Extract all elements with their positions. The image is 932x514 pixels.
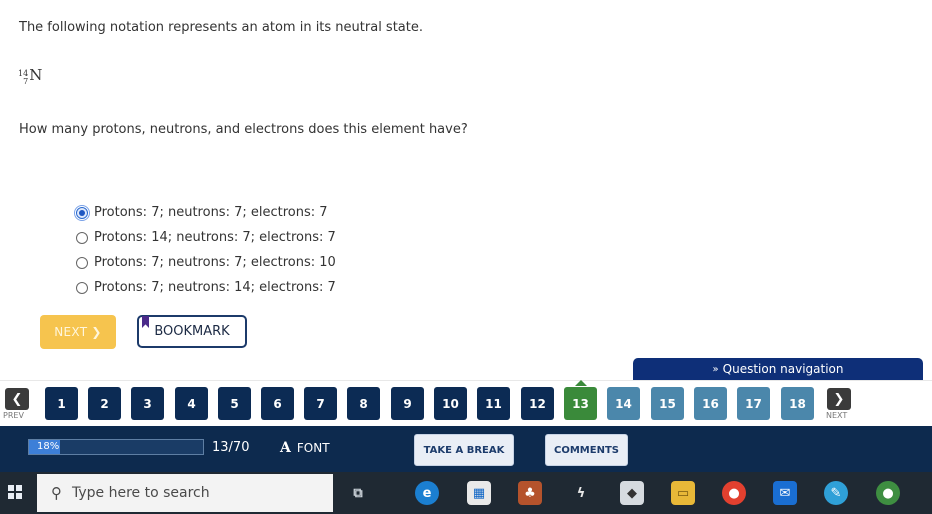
chevron-left-icon: ❮ xyxy=(11,391,23,407)
current-question-marker xyxy=(575,380,587,386)
question-button-18[interactable]: 18 xyxy=(781,387,814,420)
radio-button-selected[interactable] xyxy=(74,204,90,221)
mail-icon[interactable]: ✉ xyxy=(773,481,797,505)
windows-taskbar: ⚲ Type here to search ⧉ e ▦ ♣ ϟ ◆ ▭ ● ✉ … xyxy=(0,472,932,514)
question-button-3[interactable]: 3 xyxy=(131,387,164,420)
chevron-right-icon: ❯ xyxy=(91,325,102,339)
question-navigation-toggle[interactable]: » Question navigation xyxy=(633,358,923,380)
chrome-profile-icon[interactable]: ● xyxy=(876,481,900,505)
roblox-icon[interactable]: ◆ xyxy=(620,481,644,505)
question-button-12[interactable]: 12 xyxy=(521,387,554,420)
question-button-1[interactable]: 1 xyxy=(45,387,78,420)
answer-option-3[interactable]: Protons: 7; neutrons: 7; electrons: 10 xyxy=(76,250,336,275)
answer-option-label: Protons: 7; neutrons: 7; electrons: 7 xyxy=(94,205,328,220)
font-button[interactable]: A FONT xyxy=(280,440,330,456)
question-button-8[interactable]: 8 xyxy=(347,387,380,420)
prev-label: PREV xyxy=(3,411,24,420)
next-button[interactable]: NEXT ❯ xyxy=(40,315,116,349)
search-placeholder: Type here to search xyxy=(72,485,210,501)
bookmark-button-label: BOOKMARK xyxy=(154,324,230,339)
question-button-7[interactable]: 7 xyxy=(304,387,337,420)
bookmark-button[interactable]: BOOKMARK xyxy=(137,315,247,348)
nuclide-numbers: 14 7 xyxy=(18,70,28,86)
question-button-6[interactable]: 6 xyxy=(261,387,294,420)
next-question-button[interactable]: ❯ xyxy=(827,388,851,410)
task-view-icon[interactable]: ⧉ xyxy=(346,481,370,505)
radio-button[interactable] xyxy=(76,281,88,294)
take-a-break-button[interactable]: TAKE A BREAK xyxy=(414,434,514,466)
prev-question-button[interactable]: ❮ xyxy=(5,388,29,410)
question-button-4[interactable]: 4 xyxy=(175,387,208,420)
nuclide-notation: 14 7 N xyxy=(18,66,42,86)
question-button-16[interactable]: 16 xyxy=(694,387,727,420)
chevron-right-icon: ❯ xyxy=(833,391,845,407)
answer-options: Protons: 7; neutrons: 7; electrons: 7 Pr… xyxy=(74,200,336,300)
answer-option-label: Protons: 7; neutrons: 7; electrons: 10 xyxy=(94,255,336,270)
question-button-13-current[interactable]: 13 xyxy=(564,387,597,420)
answer-option-1[interactable]: Protons: 7; neutrons: 7; electrons: 7 xyxy=(74,200,336,225)
file-explorer-icon[interactable]: ▭ xyxy=(671,481,695,505)
question-button-10[interactable]: 10 xyxy=(434,387,467,420)
store-icon[interactable]: ▦ xyxy=(467,481,491,505)
chrome-icon[interactable]: ● xyxy=(722,481,746,505)
windows-start-icon[interactable] xyxy=(8,485,22,499)
atomic-number: 7 xyxy=(23,77,29,86)
radio-button[interactable] xyxy=(76,231,88,244)
question-button-14[interactable]: 14 xyxy=(607,387,640,420)
element-symbol: N xyxy=(29,66,43,84)
answer-option-2[interactable]: Protons: 14; neutrons: 7; electrons: 7 xyxy=(76,225,336,250)
question-number-strip: ❮ PREV 1 2 3 4 5 6 7 8 9 10 11 12 13 14 … xyxy=(0,380,932,427)
answer-option-label: Protons: 7; neutrons: 14; electrons: 7 xyxy=(94,280,336,295)
winamp-icon[interactable]: ϟ xyxy=(569,481,593,505)
answer-option-label: Protons: 14; neutrons: 7; electrons: 7 xyxy=(94,230,336,245)
question-counter: 13/70 xyxy=(212,440,250,455)
progress-percent: 18% xyxy=(37,441,60,452)
paint-icon[interactable]: ✎ xyxy=(824,481,848,505)
taskbar-search-box[interactable]: ⚲ Type here to search xyxy=(37,474,333,512)
comments-button[interactable]: COMMENTS xyxy=(545,434,628,466)
question-button-17[interactable]: 17 xyxy=(737,387,770,420)
question-prompt: How many protons, neutrons, and electron… xyxy=(19,122,468,137)
question-button-9[interactable]: 9 xyxy=(391,387,424,420)
search-icon: ⚲ xyxy=(51,484,62,502)
question-button-2[interactable]: 2 xyxy=(88,387,121,420)
radio-button[interactable] xyxy=(76,256,88,269)
game-icon[interactable]: ♣ xyxy=(518,481,542,505)
font-button-label: FONT xyxy=(296,441,330,455)
question-navigation-label: Question navigation xyxy=(722,362,844,376)
question-intro: The following notation represents an ato… xyxy=(19,20,423,35)
bookmark-icon xyxy=(142,316,149,328)
exam-status-bar: 18% 13/70 A FONT TAKE A BREAK COMMENTS xyxy=(0,426,932,472)
answer-option-4[interactable]: Protons: 7; neutrons: 14; electrons: 7 xyxy=(76,275,336,300)
edge-icon[interactable]: e xyxy=(415,481,439,505)
question-button-5[interactable]: 5 xyxy=(218,387,251,420)
progress-bar: 18% xyxy=(28,439,204,455)
question-button-11[interactable]: 11 xyxy=(477,387,510,420)
font-icon: A xyxy=(280,440,291,456)
next-label: NEXT xyxy=(826,411,848,420)
question-button-15[interactable]: 15 xyxy=(651,387,684,420)
next-button-label: NEXT xyxy=(54,325,88,339)
double-chevron-down-icon: » xyxy=(712,363,719,375)
